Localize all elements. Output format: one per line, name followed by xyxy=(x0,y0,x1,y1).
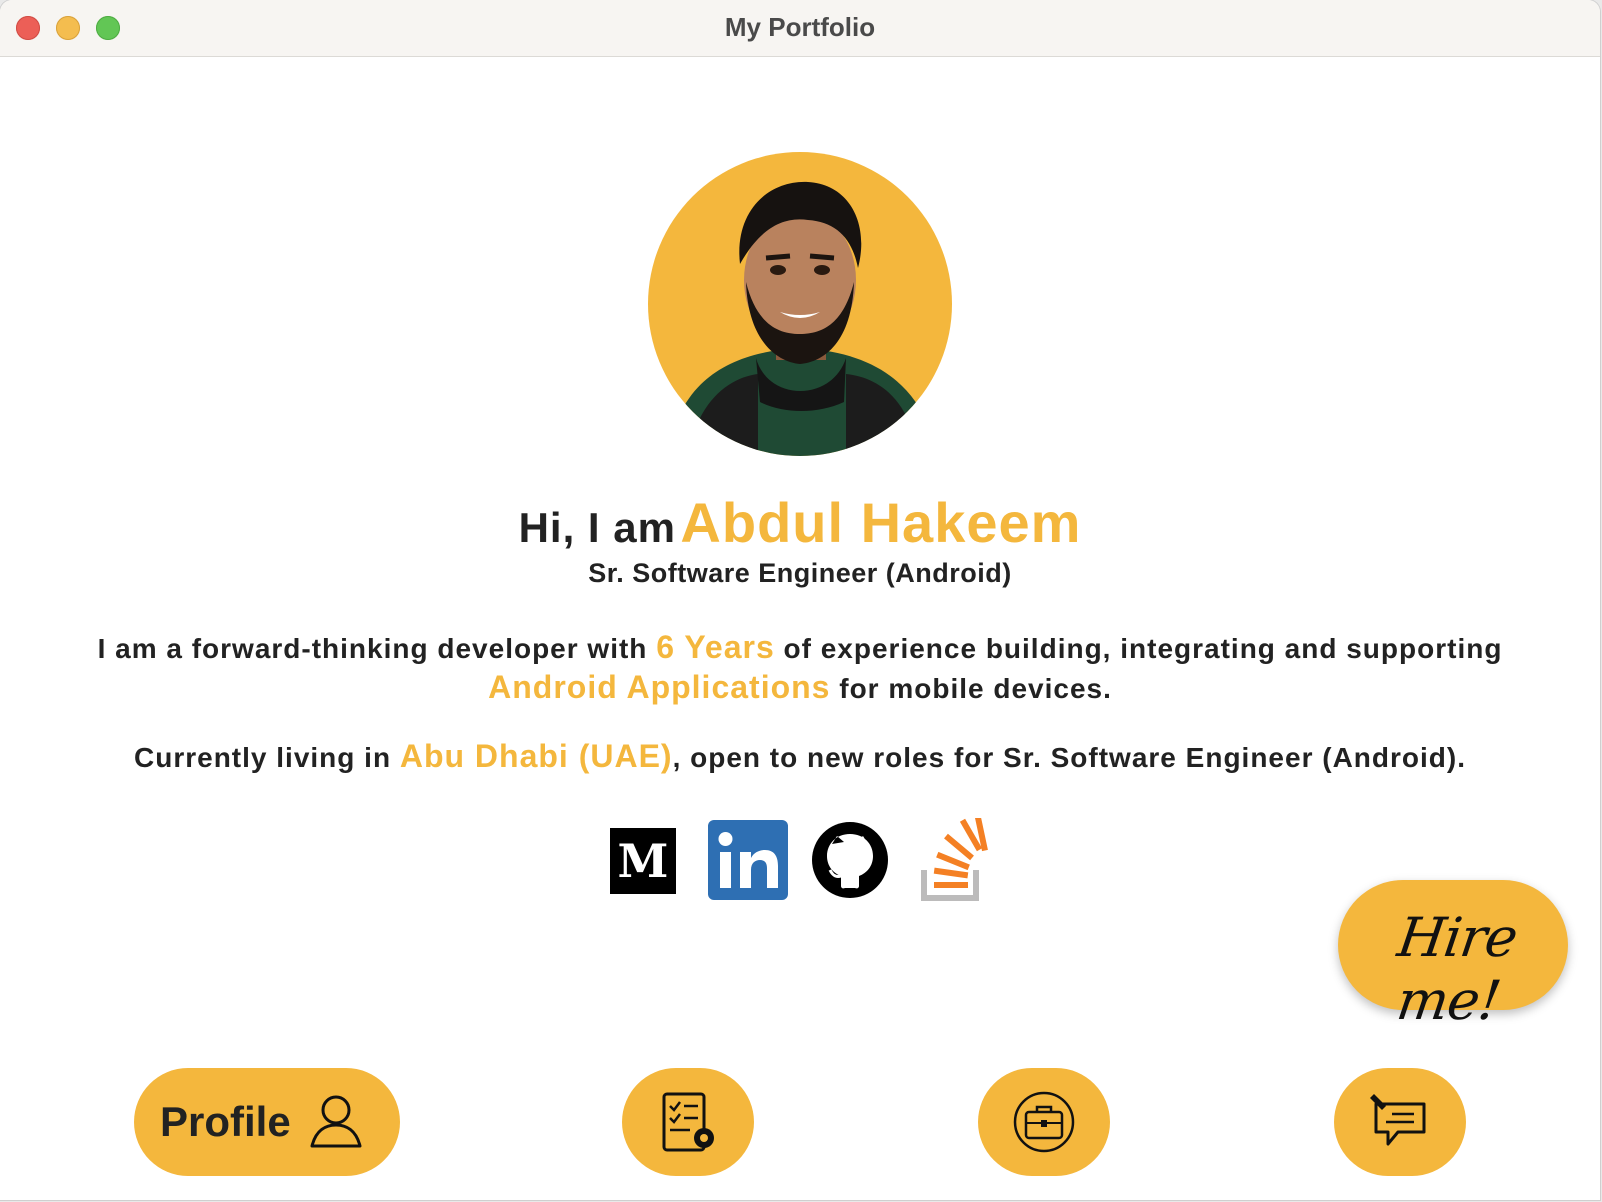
location-paragraph: Currently living in Abu Dhabi (UAE), ope… xyxy=(30,737,1570,777)
nav-profile-button[interactable]: Profile xyxy=(134,1068,400,1176)
linkedin-icon[interactable] xyxy=(708,820,788,900)
hire-me-button[interactable]: Hire me! xyxy=(1338,880,1568,1032)
greeting-prefix: Hi, I am xyxy=(518,504,676,551)
intro-paragraph: I am a forward-thinking developer with 6… xyxy=(30,628,1570,708)
github-icon[interactable] xyxy=(810,820,890,900)
intro-text-2: of experience building, integrating and … xyxy=(783,633,1503,664)
job-title: Sr. Software Engineer (Android) xyxy=(588,558,1012,588)
nav-contact-button[interactable] xyxy=(1334,1068,1466,1176)
nav-work-button[interactable] xyxy=(978,1068,1110,1176)
stackoverflow-icon[interactable] xyxy=(920,816,992,902)
user-name: Abdul Hakeem xyxy=(680,491,1082,554)
briefcase-icon xyxy=(1012,1090,1076,1159)
intro-text-1: I am a forward-thinking developer with xyxy=(97,633,648,664)
title-bar: My Portfolio xyxy=(0,0,1600,57)
experience-highlight: 6 Years xyxy=(656,629,775,665)
location-text-1: Currently living in xyxy=(134,742,392,773)
avatar xyxy=(648,152,952,456)
nav-profile-label: Profile xyxy=(160,1098,291,1145)
chat-icon xyxy=(1368,1090,1432,1159)
skills-icon xyxy=(656,1090,720,1159)
window-title: My Portfolio xyxy=(724,12,876,42)
android-apps-highlight: Android Applications xyxy=(488,669,831,705)
greeting-heading: Hi, I am Abdul Hakeem xyxy=(0,490,1600,555)
person-icon xyxy=(306,1094,366,1155)
medium-icon[interactable]: M xyxy=(610,828,676,894)
intro-text-3: for mobile devices. xyxy=(839,673,1112,704)
hire-me-label: Hire me! xyxy=(1393,906,1521,1032)
location-highlight: Abu Dhabi (UAE) xyxy=(399,738,673,774)
location-text-2: , open to new roles for Sr. Software Eng… xyxy=(672,742,1466,773)
nav-skills-button[interactable] xyxy=(622,1068,754,1176)
app-window: My Portfolio Hi, I am Abdul Hakeem Sr. S… xyxy=(0,0,1600,1200)
